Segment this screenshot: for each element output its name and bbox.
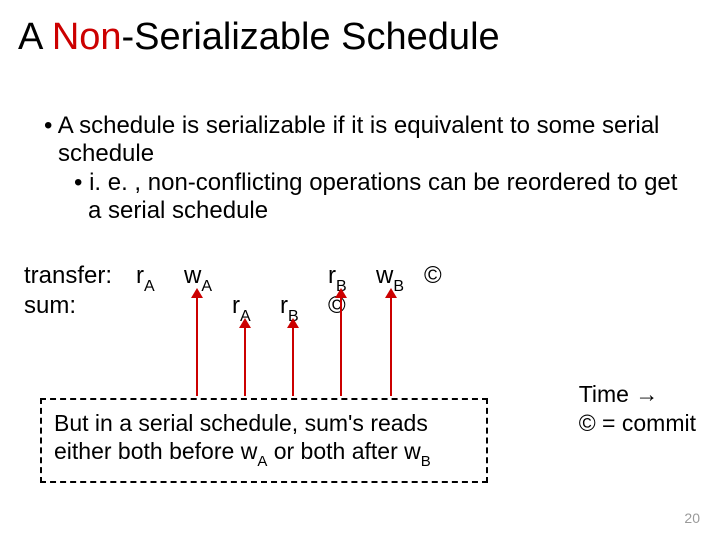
callout-line2a: either both before bbox=[54, 438, 241, 464]
callout-line1: But in a serial schedule, sum's reads bbox=[54, 410, 428, 436]
transfer-label: transfer: bbox=[24, 262, 136, 290]
bullet2-text: i. e. , non-conflicting operations can b… bbox=[88, 169, 677, 224]
callout-wA: wA bbox=[241, 438, 268, 464]
op-rA: rA bbox=[136, 262, 184, 294]
slide-title: A Non-Serializable Schedule bbox=[18, 16, 500, 59]
title-suffix: -Serializable Schedule bbox=[122, 16, 500, 58]
title-emphasis: Non bbox=[52, 16, 122, 58]
conflict-arrow bbox=[340, 296, 342, 396]
bullet1-text: A schedule is serializable if it is equi… bbox=[58, 112, 660, 167]
sum-label: sum: bbox=[24, 292, 136, 320]
time-legend: Time → © = commit bbox=[579, 380, 696, 438]
title-prefix: A bbox=[18, 16, 52, 58]
time-arrow: Time → bbox=[579, 380, 696, 409]
conflict-arrow bbox=[390, 296, 392, 396]
bullet-level2: • i. e. , non-conflicting operations can… bbox=[24, 169, 684, 224]
bullet-list: • A schedule is serializable if it is eq… bbox=[24, 112, 684, 224]
transfer-row: transfer: rA wA rB wB © bbox=[24, 262, 684, 292]
schedule-timeline: transfer: rA wA rB wB © sum: rA rB © bbox=[24, 262, 684, 322]
commit-symbol: © bbox=[579, 410, 596, 436]
conflict-arrow bbox=[244, 326, 246, 396]
callout-note: But in a serial schedule, sum's reads ei… bbox=[40, 398, 488, 483]
callout-line2b: or both after bbox=[267, 438, 404, 464]
slide-number: 20 bbox=[684, 510, 700, 526]
conflict-arrow bbox=[292, 326, 294, 396]
callout-wB: wB bbox=[404, 438, 431, 464]
op-commit: © bbox=[424, 262, 452, 290]
conflict-arrow bbox=[196, 296, 198, 396]
bullet-level1: • A schedule is serializable if it is eq… bbox=[24, 112, 684, 167]
slide: A Non-Serializable Schedule • A schedule… bbox=[0, 0, 720, 540]
op-wB: wB bbox=[376, 262, 424, 294]
commit-legend: © = commit bbox=[579, 409, 696, 438]
sum-row: sum: rA rB © bbox=[24, 292, 684, 322]
